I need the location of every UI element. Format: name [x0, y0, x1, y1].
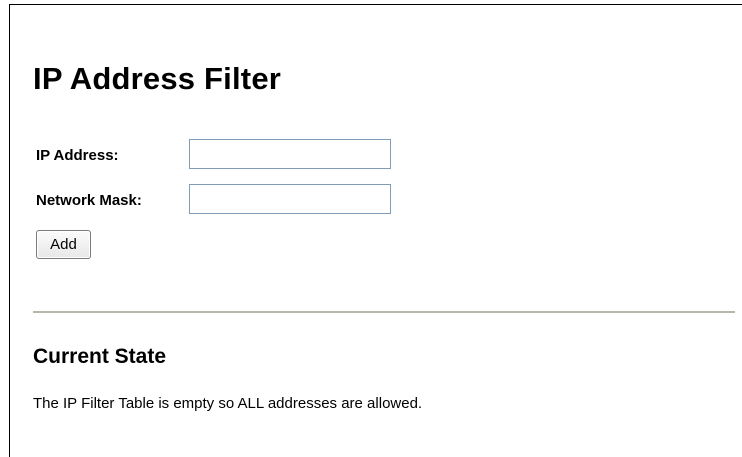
page-frame-left-border	[9, 4, 10, 457]
network-mask-input[interactable]	[189, 184, 391, 214]
network-mask-row: Network Mask:	[36, 184, 406, 218]
add-button[interactable]: Add	[36, 230, 91, 259]
ip-filter-status-message: The IP Filter Table is empty so ALL addr…	[33, 395, 423, 412]
section-divider	[33, 311, 735, 313]
ip-address-input[interactable]	[189, 139, 391, 169]
current-state-heading: Current State	[33, 345, 167, 368]
page-title: IP Address Filter	[33, 61, 282, 96]
ip-address-row: IP Address:	[36, 139, 406, 173]
ip-address-label: IP Address:	[36, 147, 119, 164]
page-frame-top-border	[9, 4, 742, 5]
network-mask-label: Network Mask:	[36, 192, 142, 209]
